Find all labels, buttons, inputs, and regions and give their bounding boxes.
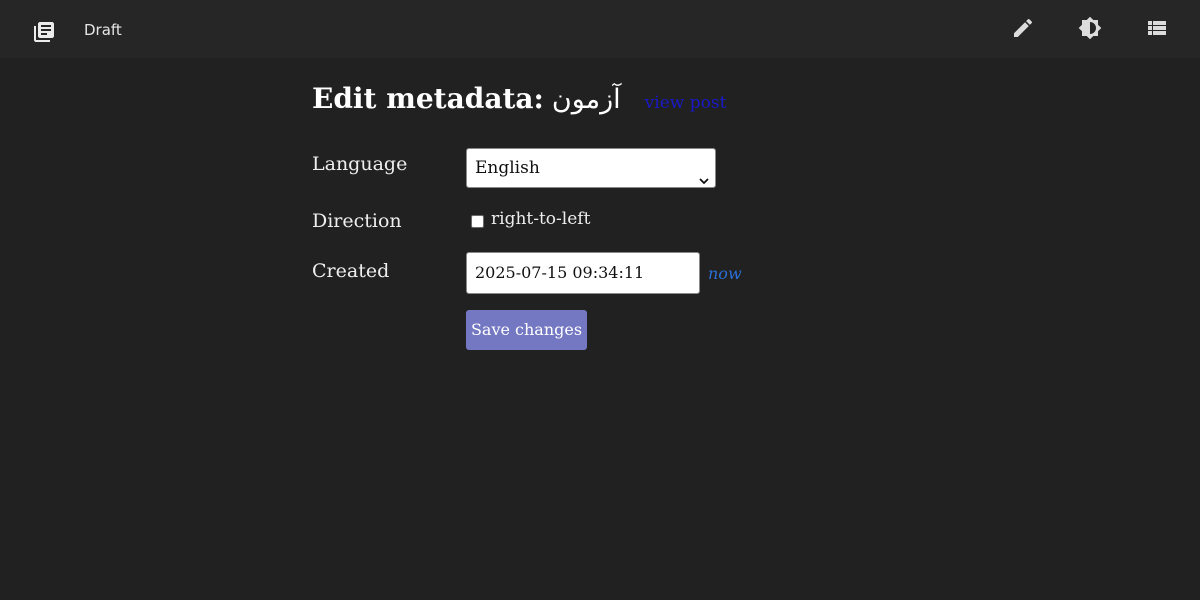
save-changes-button[interactable]: Save changes — [466, 310, 587, 350]
list-view-icon[interactable] — [1145, 16, 1169, 40]
language-label: Language — [312, 153, 408, 175]
direction-label: Direction — [312, 210, 402, 232]
now-link[interactable]: now — [708, 264, 742, 283]
created-date-value: 2025-07-15 09:34:11 — [475, 263, 645, 282]
edit-pencil-icon[interactable] — [1011, 16, 1035, 40]
page-title: Edit metadata: آزمون view post — [312, 78, 726, 122]
view-post-link[interactable]: view post — [645, 93, 727, 113]
page-title-prefix: Edit metadata: — [312, 82, 544, 115]
theme-brightness-icon[interactable] — [1078, 16, 1102, 40]
created-label: Created — [312, 260, 390, 282]
rtl-checkbox-label[interactable]: right-to-left — [491, 209, 590, 229]
app-label: Draft — [84, 21, 122, 39]
library-books-icon[interactable] — [32, 20, 56, 44]
post-name: آزمون — [551, 84, 621, 115]
chevron-down-icon — [699, 162, 709, 185]
top-bar: Draft — [0, 0, 1200, 58]
language-select[interactable]: English — [466, 148, 716, 188]
language-select-value: English — [475, 158, 540, 178]
created-date-input[interactable]: 2025-07-15 09:34:11 — [466, 252, 700, 294]
rtl-checkbox[interactable] — [471, 215, 484, 228]
